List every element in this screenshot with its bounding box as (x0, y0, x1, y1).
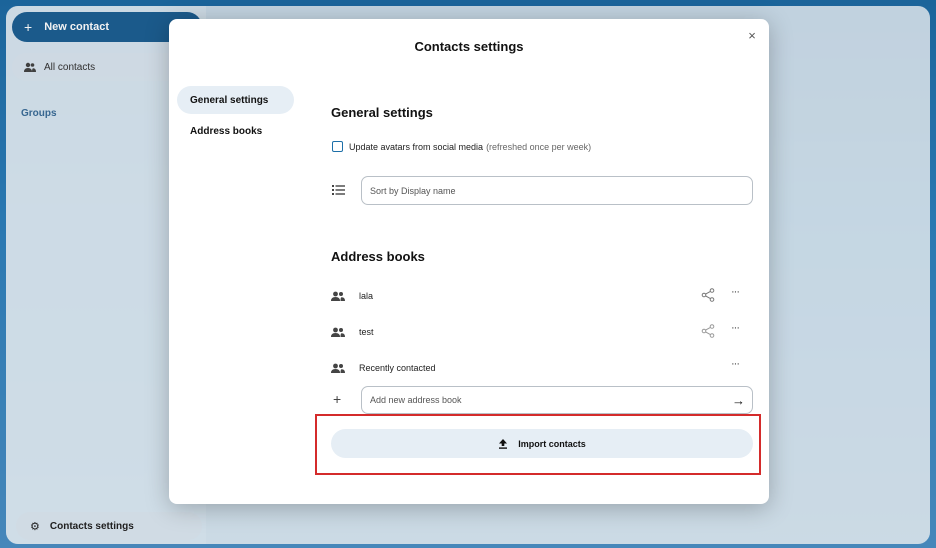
close-icon[interactable]: × (744, 28, 760, 44)
update-avatars-label: Update avatars from social media (349, 141, 484, 152)
dialog-title: Contacts settings (414, 39, 524, 54)
more-options-icon[interactable]: ··· (731, 358, 740, 370)
more-options-icon[interactable]: ··· (731, 286, 740, 298)
general-settings-heading: General settings (331, 105, 433, 120)
people-icon (331, 291, 345, 301)
address-book-name: test (359, 327, 374, 337)
update-avatars-checkbox[interactable] (332, 141, 343, 152)
plus-icon: + (333, 391, 342, 407)
highlight-annotation (315, 414, 761, 475)
list-icon (332, 185, 345, 195)
address-books-heading: Address books (331, 249, 425, 264)
address-book-row[interactable]: test ··· (331, 321, 753, 343)
update-avatars-row[interactable]: Update avatars from social media (refres… (332, 141, 591, 152)
nav-address-books[interactable]: Address books (177, 117, 294, 145)
address-book-row[interactable]: Recently contacted ··· (331, 357, 753, 379)
sort-row: Sort by Display name (331, 176, 753, 205)
add-address-book-input[interactable]: Add new address book → (361, 386, 753, 414)
update-avatars-hint: (refreshed once per week) (486, 141, 592, 152)
address-book-name: Recently contacted (359, 363, 436, 373)
people-icon (331, 327, 345, 337)
address-book-row[interactable]: lala ··· (331, 285, 753, 307)
nav-general-settings[interactable]: General settings (177, 86, 294, 114)
add-address-book-row: + Add new address book → (331, 386, 753, 414)
share-icon[interactable] (701, 288, 715, 302)
people-icon (331, 363, 345, 373)
add-address-book-placeholder: Add new address book (370, 395, 462, 405)
more-options-icon[interactable]: ··· (731, 322, 740, 334)
arrow-right-icon[interactable]: → (732, 393, 745, 408)
address-book-name: lala (359, 291, 374, 301)
sort-select[interactable]: Sort by Display name (361, 176, 753, 205)
share-icon[interactable] (701, 324, 715, 338)
